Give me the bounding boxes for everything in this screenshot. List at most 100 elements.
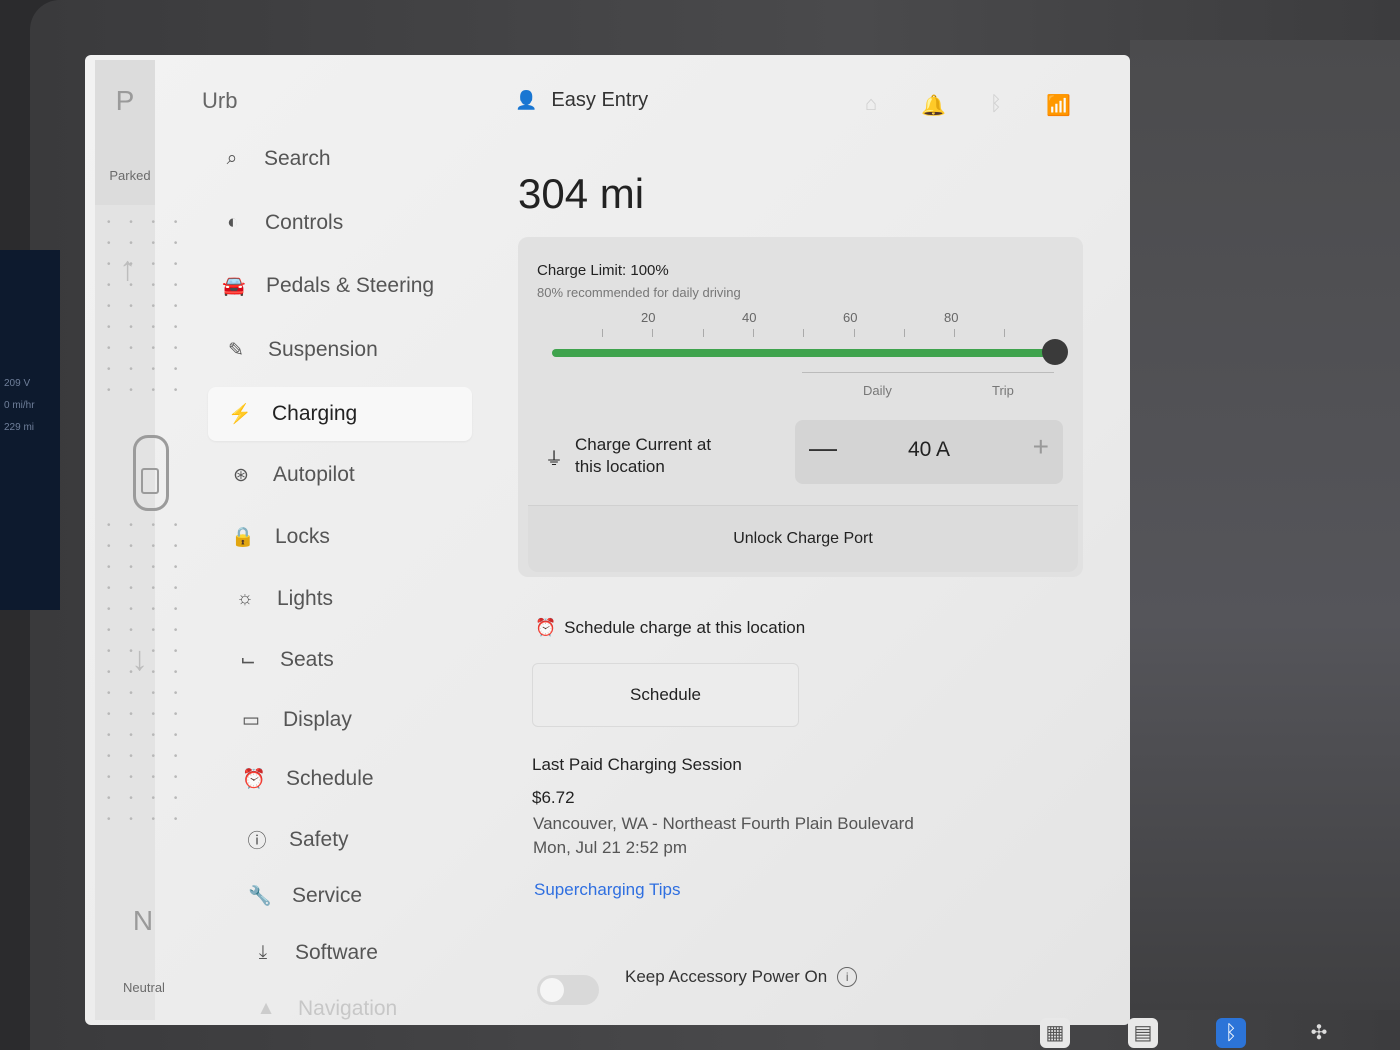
- nav-label: Locks: [275, 525, 330, 548]
- nav-label: Autopilot: [273, 463, 355, 486]
- arrow-up-icon[interactable]: ↑: [119, 250, 136, 289]
- bell-icon[interactable]: 🔔: [921, 93, 946, 118]
- dock-app-icon[interactable]: ▤: [1128, 1018, 1158, 1048]
- nav-label: Suspension: [268, 338, 378, 361]
- search-icon: ⌕: [226, 148, 238, 169]
- last-session-title: Last Paid Charging Session: [532, 755, 742, 774]
- charge-limit-title: Charge Limit: 100%: [537, 262, 669, 279]
- nav-label: Pedals & Steering: [266, 274, 435, 297]
- last-session-details: Vancouver, WA - Northeast Fourth Plain B…: [533, 812, 914, 860]
- car-icon: 🚘: [222, 276, 246, 297]
- nav-label: Charging: [272, 402, 358, 425]
- home-icon[interactable]: ⌂: [865, 93, 877, 118]
- bluetooth-icon[interactable]: ᛒ: [1216, 1018, 1246, 1048]
- tick-mark: [703, 329, 704, 337]
- nav-label: Seats: [280, 648, 334, 671]
- nav-label: Controls: [265, 211, 344, 234]
- nav-item-lights[interactable]: ☼ Lights: [233, 587, 333, 611]
- gear-letter-neutral: N: [132, 905, 154, 936]
- tick-mark: [753, 329, 754, 337]
- charge-limit-fill: [552, 349, 1055, 357]
- gear-selector[interactable]: P Parked • • • • • • • • • • • • • • • •…: [95, 60, 186, 1020]
- car-name: Urb: [202, 88, 238, 113]
- nav-item-display[interactable]: ▭ Display: [239, 708, 352, 732]
- charge-current-value: 40 A: [907, 438, 951, 461]
- touchscreen: P Parked • • • • • • • • • • • • • • • •…: [85, 55, 1130, 1025]
- nav-label: Schedule: [286, 767, 374, 790]
- car-top-view-icon: [133, 435, 169, 511]
- tick-mark: [602, 329, 603, 337]
- gear-dots-upper: • • • • • • • • • • • • • • • • • • • • …: [107, 217, 186, 396]
- nav-label: Software: [295, 941, 378, 964]
- nav-item-search[interactable]: ⌕ Search: [220, 147, 331, 171]
- schedule-button[interactable]: Schedule: [532, 663, 799, 727]
- last-session-location: Vancouver, WA - Northeast Fourth Plain B…: [533, 814, 914, 833]
- gear-caption-park: Parked: [109, 168, 151, 183]
- driver-profile[interactable]: 👤 Easy Entry: [515, 89, 648, 112]
- nav-item-pedals-steering[interactable]: 🚘 Pedals & Steering: [222, 274, 434, 298]
- nav-item-controls[interactable]: ◐ Controls: [221, 211, 343, 235]
- gear-park-panel[interactable]: P Parked: [95, 60, 155, 205]
- unlock-charge-port-button[interactable]: Unlock Charge Port: [528, 505, 1078, 572]
- profile-name: Easy Entry: [551, 89, 649, 111]
- schedule-charge-text: Schedule charge at this location: [564, 618, 806, 637]
- tick-mark: [803, 329, 804, 337]
- fan-icon[interactable]: ✣: [1304, 1018, 1334, 1048]
- tick-label-40: 40: [742, 310, 757, 325]
- nav-item-schedule[interactable]: ⏰ Schedule: [242, 767, 374, 791]
- tick-label-80: 80: [944, 310, 959, 325]
- tick-mark: [854, 329, 855, 337]
- nav-item-autopilot[interactable]: ⊛ Autopilot: [229, 463, 355, 487]
- tick-mark: [652, 329, 653, 337]
- nav-item-navigation[interactable]: ▲ Navigation: [254, 997, 398, 1021]
- nav-item-service[interactable]: 🔧 Service: [248, 884, 362, 908]
- nav-label: Search: [264, 147, 331, 170]
- tick-label-60: 60: [843, 310, 858, 325]
- accessory-power-row: Keep Accessory Power On i: [625, 967, 858, 987]
- zone-label-daily: Daily: [863, 383, 892, 398]
- nav-item-seats[interactable]: ⌙ Seats: [236, 648, 334, 672]
- background-ambient: [1130, 40, 1400, 1010]
- nav-item-safety[interactable]: ⓘ Safety: [245, 826, 348, 853]
- nav-label: Service: [292, 884, 363, 907]
- nav-item-charging[interactable]: ⚡ Charging: [208, 387, 472, 441]
- info-icon[interactable]: i: [837, 967, 858, 987]
- wifi-icon[interactable]: 📶: [1046, 93, 1071, 118]
- plug-icon: ⏚: [545, 449, 563, 469]
- bluetooth-icon[interactable]: ᛒ: [990, 93, 1002, 118]
- charge-limit-subtitle: 80% recommended for daily driving: [537, 285, 741, 300]
- strip-range: 229 mi: [4, 422, 35, 433]
- strip-speed: 0 mi/hr: [4, 400, 35, 411]
- alarm-icon: ⏰: [242, 769, 266, 790]
- charge-current-label-line2: this location: [575, 457, 665, 476]
- last-session-time: Mon, Jul 21 2:52 pm: [533, 838, 688, 857]
- accessory-power-toggle[interactable]: [537, 975, 599, 1005]
- gear-caption-neutral: Neutral: [123, 980, 165, 995]
- nav-item-locks[interactable]: 🔒 Locks: [231, 525, 330, 549]
- nav-item-software[interactable]: ⤓ Software: [251, 941, 378, 965]
- tick-label-20: 20: [641, 310, 656, 325]
- increase-current-button[interactable]: +: [1033, 431, 1049, 463]
- charge-limit-slider[interactable]: [552, 349, 1055, 357]
- wrench-icon: ✎: [228, 339, 244, 361]
- person-icon: 👤: [515, 90, 538, 110]
- charge-current-label-line1: Charge Current at: [575, 435, 712, 454]
- bolt-icon: ⚡: [228, 404, 252, 425]
- dock-app-icon[interactable]: ▦: [1040, 1018, 1070, 1048]
- nav-label: Lights: [277, 587, 334, 610]
- seat-icon: ⌙: [240, 649, 256, 671]
- nav-item-suspension[interactable]: ✎ Suspension: [224, 338, 378, 362]
- schedule-charge-label: ⏰ Schedule charge at this location: [535, 618, 805, 638]
- supercharging-tips-link[interactable]: Supercharging Tips: [534, 880, 680, 900]
- toggle-icon: ◐: [227, 212, 239, 233]
- lock-icon: 🔒: [231, 527, 255, 548]
- arrow-down-icon[interactable]: ↓: [131, 640, 148, 679]
- accessory-power-label: Keep Accessory Power On: [625, 967, 828, 986]
- tick-mark: [954, 329, 955, 337]
- nav-label: Display: [283, 708, 352, 731]
- strip-voltage: 209 V: [4, 378, 31, 389]
- steering-wheel-icon: ⊛: [233, 464, 249, 486]
- charge-limit-handle[interactable]: [1042, 339, 1068, 365]
- display-icon: ▭: [242, 709, 260, 731]
- tick-mark: [1004, 329, 1005, 337]
